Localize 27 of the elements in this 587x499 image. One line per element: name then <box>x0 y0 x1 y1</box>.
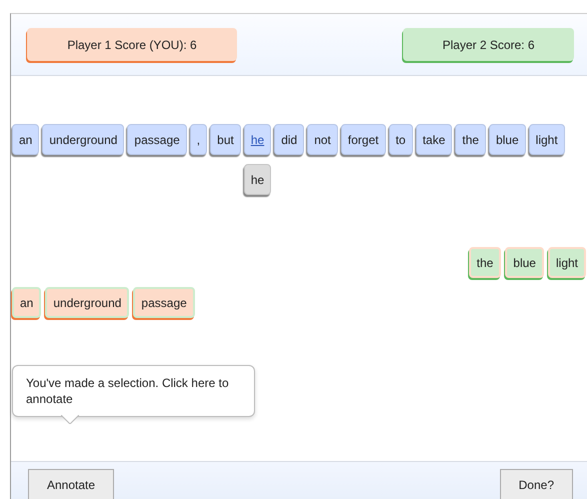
word-tile[interactable]: passage <box>127 124 187 155</box>
score-label: Player 2 Score: 6 <box>403 28 574 61</box>
word-tile[interactable]: an <box>12 124 40 155</box>
word-tile[interactable]: forget <box>340 124 386 155</box>
word-tile[interactable]: light <box>528 124 565 155</box>
word-tile[interactable]: the <box>455 124 486 155</box>
word-tile[interactable]: , <box>190 124 208 155</box>
phrase-tile[interactable]: light <box>548 247 586 278</box>
word-tile[interactable]: blue <box>488 124 526 155</box>
phrase-tile[interactable]: underground <box>45 287 130 318</box>
done-button[interactable]: Done? <box>500 469 573 499</box>
tooltip-pointer <box>61 415 79 424</box>
phrase-tile[interactable]: an <box>12 287 42 318</box>
word-tile[interactable]: did <box>274 124 304 155</box>
suggestion-tile[interactable]: he <box>244 164 272 195</box>
word-tile[interactable]: he <box>244 124 272 155</box>
phrase-tile[interactable]: passage <box>133 287 195 318</box>
word-tile[interactable]: to <box>388 124 413 155</box>
annotate-tooltip[interactable]: You've made a selection. Click here to annotate <box>12 364 255 417</box>
word-tile[interactable]: underground <box>42 124 124 155</box>
word-tile[interactable]: take <box>416 124 452 155</box>
phrase-tile[interactable]: blue <box>505 247 544 278</box>
annotate-button[interactable]: Annotate <box>28 469 114 499</box>
phrase-tile[interactable]: the <box>468 247 502 278</box>
word-tile[interactable]: but <box>210 124 241 155</box>
word-tile[interactable]: not <box>307 124 338 155</box>
score-label: Player 1 Score (YOU): 6 <box>27 28 237 61</box>
